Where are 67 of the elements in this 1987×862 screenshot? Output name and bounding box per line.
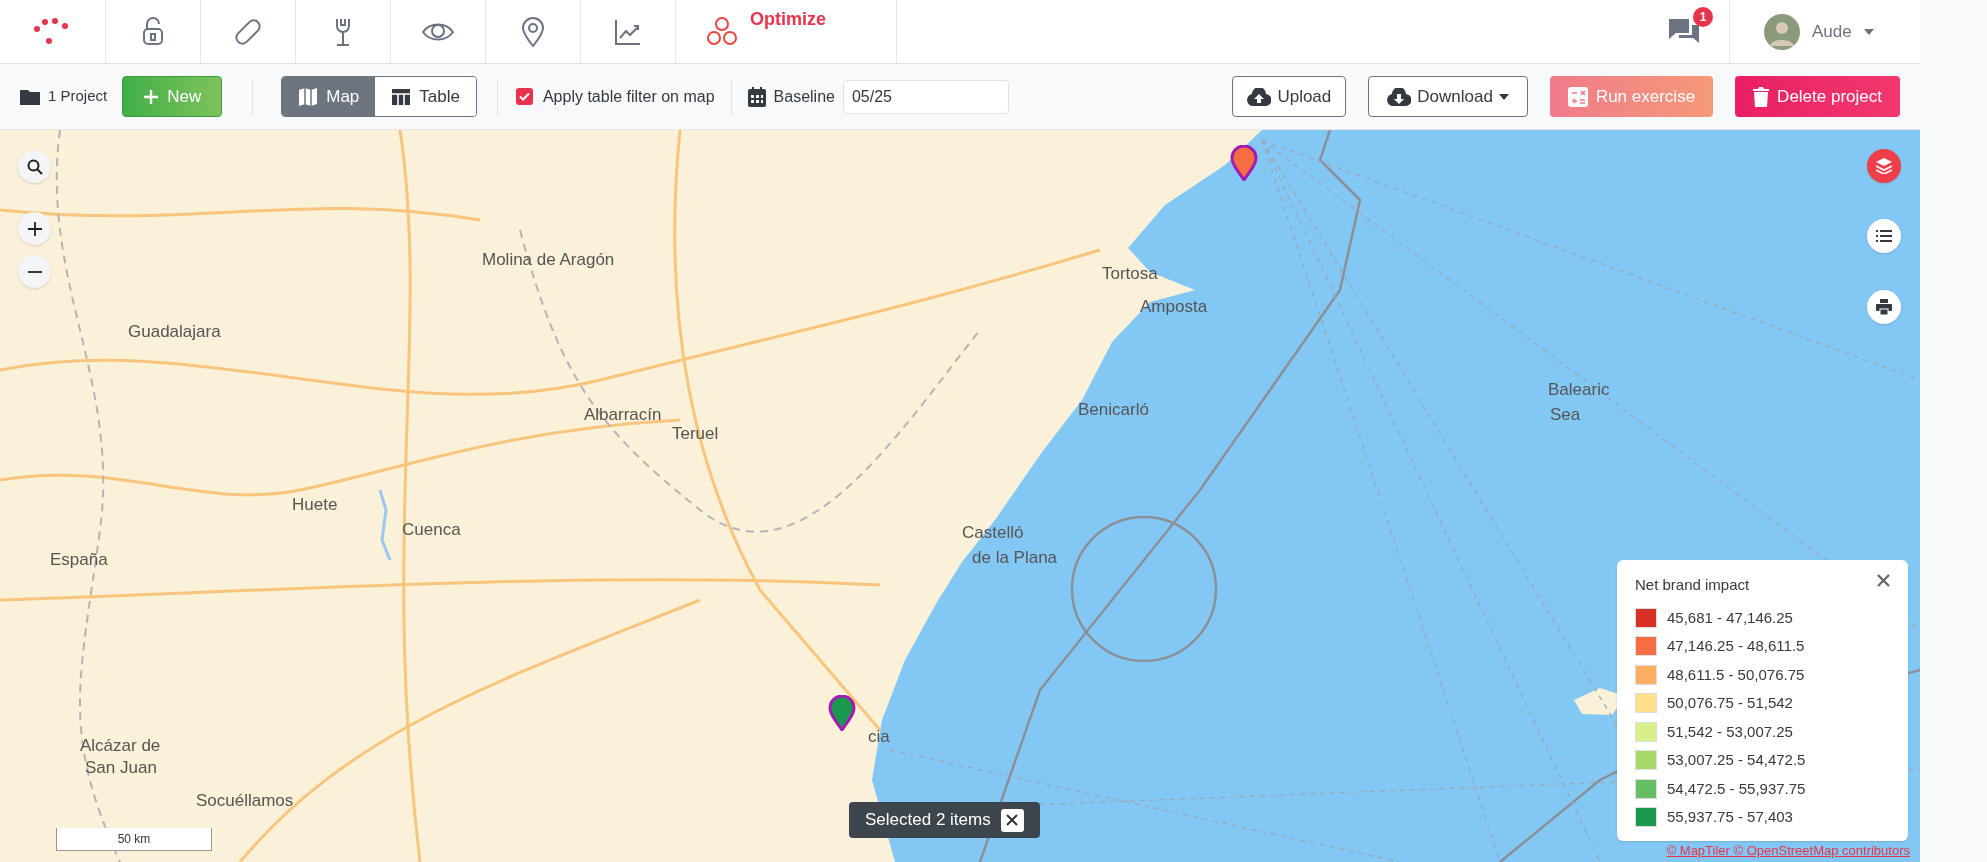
caret-icon: [1498, 93, 1509, 100]
map-icon: [298, 86, 319, 107]
upload-button[interactable]: Upload: [1232, 76, 1347, 117]
search-button[interactable]: [18, 150, 51, 183]
place-label: Sea: [1550, 404, 1581, 426]
close-icon: [1006, 814, 1019, 826]
print-icon: [1876, 299, 1892, 315]
scale-bar: 50 km: [56, 828, 212, 851]
map-pin-icon[interactable]: [1230, 145, 1258, 181]
place-label: de la Plana: [972, 547, 1058, 569]
place-label: España: [50, 549, 108, 571]
plus-icon: [27, 221, 42, 236]
calculator-icon: [1567, 86, 1588, 107]
place-label: Huete: [292, 494, 338, 516]
search-icon: [26, 158, 43, 175]
zoom-out-button[interactable]: [18, 255, 51, 288]
legend-label: 53,007.25 - 54,472.5: [1667, 750, 1806, 770]
legend-title: Net brand impact: [1635, 575, 1750, 595]
place-label: Socuéllamos: [196, 790, 294, 812]
close-icon[interactable]: [1877, 574, 1890, 587]
selection-label: Selected 2 items: [865, 809, 991, 832]
caret-icon[interactable]: [1863, 28, 1874, 35]
project-count: 1 Project: [48, 86, 108, 107]
place-label: Molina de Aragón: [482, 249, 615, 271]
legend-label: 54,472.5 - 55,937.75: [1667, 778, 1806, 799]
map-pin-icon[interactable]: [828, 695, 856, 731]
place-label: Benicarló: [1078, 399, 1149, 421]
zoom-in-button[interactable]: [18, 212, 51, 245]
folder-icon: [20, 88, 40, 105]
legend-label: 47,146.25 - 48,611.5: [1667, 636, 1805, 656]
place-label: Alcázar de: [80, 735, 161, 757]
clear-selection-button[interactable]: [1000, 808, 1024, 832]
delete-project-button[interactable]: Delete project: [1735, 76, 1900, 117]
table-icon: [391, 86, 412, 107]
view-toggle-tab[interactable]: Map: [282, 77, 376, 116]
cloud-upload-icon: [1247, 87, 1272, 106]
circles-icon: [706, 15, 738, 48]
list-icon: [1876, 230, 1892, 242]
minus-icon: [27, 270, 42, 273]
place-label: Cuenca: [402, 519, 461, 541]
filter-checkbox-label[interactable]: Apply table filter on map: [542, 84, 715, 109]
legend-label: 50,076.75 - 51,542: [1667, 693, 1793, 713]
place-label: San Juan: [85, 757, 157, 779]
calendar-icon: [747, 86, 766, 107]
baseline-field[interactable]: 05/25: [842, 79, 1009, 114]
cloud-download-icon: [1387, 87, 1412, 106]
place-label: Teruel: [672, 423, 719, 445]
view-toggle-tab[interactable]: Table: [375, 77, 476, 116]
user-name[interactable]: Aude: [1812, 18, 1852, 45]
avatar-icon: [1764, 13, 1800, 50]
layers-icon: [1876, 158, 1892, 174]
trash-icon: [1753, 86, 1770, 107]
filter-checkbox[interactable]: [515, 88, 533, 105]
legend-label: 45,681 - 47,146.25: [1667, 607, 1793, 628]
place-label: Balearic: [1548, 379, 1610, 401]
plus-icon: [143, 88, 160, 105]
place-label: Albarracín: [584, 404, 662, 426]
legend-label: 48,611.5 - 50,076.75: [1667, 664, 1805, 685]
check-icon: [518, 92, 530, 101]
legend-label: 51,542 - 53,007.25: [1667, 721, 1793, 742]
place-label: Guadalajara: [128, 321, 221, 343]
download-button[interactable]: Download: [1368, 76, 1528, 117]
place-label: Tortosa: [1102, 263, 1158, 285]
baseline-label: Baseline: [773, 86, 835, 107]
place-label: cia: [868, 726, 890, 748]
legend-label: 55,937.75 - 57,403: [1667, 807, 1793, 827]
notification-badge: 1: [1693, 6, 1713, 27]
